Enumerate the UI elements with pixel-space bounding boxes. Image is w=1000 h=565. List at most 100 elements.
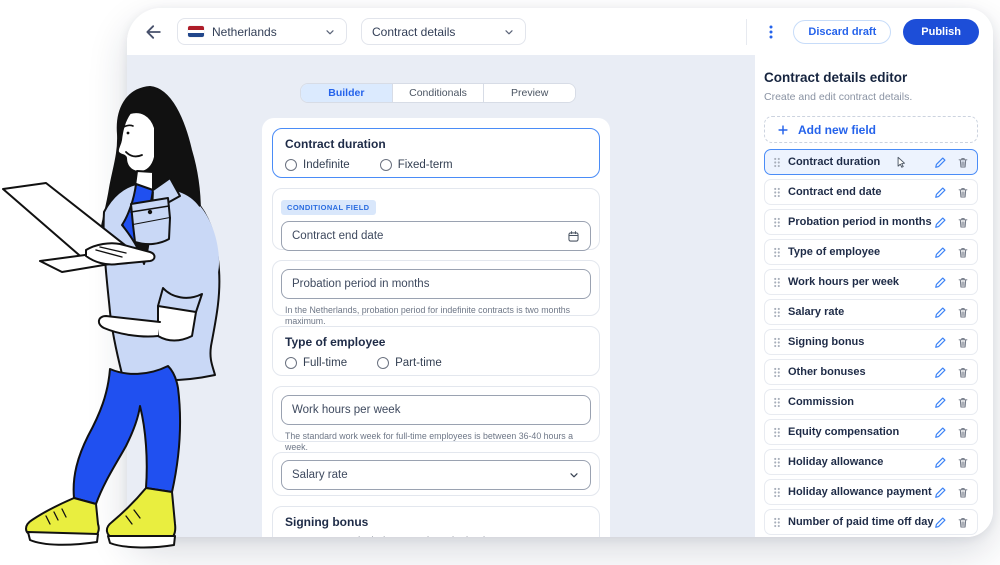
back-button[interactable]	[139, 17, 169, 47]
field-row-label: Other bonuses	[788, 366, 934, 378]
field-list: Contract duration Contract end date Probat…	[764, 149, 978, 535]
publish-button[interactable]: Publish	[903, 19, 979, 45]
delete-field-icon[interactable]	[957, 516, 969, 529]
grip-dots-icon[interactable]	[773, 186, 781, 199]
pointer-cursor-icon	[894, 155, 908, 169]
field-row[interactable]: Holiday allowance payment fre...	[764, 479, 978, 505]
calendar-icon	[567, 230, 580, 243]
edit-field-icon[interactable]	[934, 486, 947, 499]
card-work-hours[interactable]: Work hours per week The standard work we…	[272, 386, 600, 442]
discard-draft-button[interactable]: Discard draft	[793, 20, 891, 44]
edit-field-icon[interactable]	[934, 156, 947, 169]
grip-dots-icon[interactable]	[773, 426, 781, 439]
field-row[interactable]: Type of employee	[764, 239, 978, 265]
radio-part-time[interactable]	[377, 357, 389, 369]
work-hours-field[interactable]: Work hours per week	[281, 395, 591, 425]
field-row[interactable]: Contract duration	[764, 149, 978, 175]
field-placeholder: Contract end date	[292, 230, 383, 242]
grip-dots-icon[interactable]	[773, 516, 781, 529]
field-row[interactable]: Other bonuses	[764, 359, 978, 385]
card-contract-end-date[interactable]: CONDITIONAL FIELD Contract end date	[272, 188, 600, 250]
more-options-button[interactable]	[759, 19, 783, 45]
tab-builder[interactable]: Builder	[301, 84, 392, 102]
grip-dots-icon[interactable]	[773, 396, 781, 409]
edit-field-icon[interactable]	[934, 336, 947, 349]
field-row-label: Commission	[788, 396, 934, 408]
field-row[interactable]: Signing bonus	[764, 329, 978, 355]
edit-field-icon[interactable]	[934, 276, 947, 289]
edit-field-icon[interactable]	[934, 456, 947, 469]
delete-field-icon[interactable]	[957, 156, 969, 169]
grip-dots-icon[interactable]	[773, 156, 781, 169]
delete-field-icon[interactable]	[957, 336, 969, 349]
template-select-value: Contract details	[372, 25, 495, 39]
field-row[interactable]: Equity compensation	[764, 419, 978, 445]
grip-dots-icon[interactable]	[773, 276, 781, 289]
edit-field-icon[interactable]	[934, 516, 947, 529]
delete-field-icon[interactable]	[957, 396, 969, 409]
delete-field-icon[interactable]	[957, 306, 969, 319]
probation-period-field[interactable]: Probation period in months	[281, 269, 591, 299]
field-placeholder: Work hours per week	[292, 404, 400, 416]
question-text: Do you want to include a one-time signin…	[285, 535, 587, 537]
grip-dots-icon[interactable]	[773, 246, 781, 259]
field-row[interactable]: Holiday allowance	[764, 449, 978, 475]
grip-dots-icon[interactable]	[773, 306, 781, 319]
grip-dots-icon[interactable]	[773, 456, 781, 469]
edit-field-icon[interactable]	[934, 216, 947, 229]
salary-rate-select[interactable]: Salary rate	[281, 460, 591, 490]
delete-field-icon[interactable]	[957, 246, 969, 259]
country-select-value: Netherlands	[212, 25, 316, 39]
topbar: Netherlands Contract details Discard dra…	[127, 8, 993, 55]
radio-label: Part-time	[395, 357, 442, 369]
delete-field-icon[interactable]	[957, 426, 969, 439]
tab-conditionals[interactable]: Conditionals	[392, 84, 484, 102]
grip-dots-icon[interactable]	[773, 486, 781, 499]
edit-field-icon[interactable]	[934, 396, 947, 409]
edit-field-icon[interactable]	[934, 306, 947, 319]
card-probation-period[interactable]: Probation period in months In the Nether…	[272, 260, 600, 316]
field-row[interactable]: Probation period in months	[764, 209, 978, 235]
field-row-label: Salary rate	[788, 306, 934, 318]
netherlands-flag-icon	[188, 26, 204, 37]
card-signing-bonus[interactable]: Signing bonus Do you want to include a o…	[272, 506, 600, 537]
field-row[interactable]: Contract end date	[764, 179, 978, 205]
edit-field-icon[interactable]	[934, 246, 947, 259]
helper-text: The standard work week for full-time emp…	[285, 431, 587, 453]
field-row[interactable]: Work hours per week	[764, 269, 978, 295]
card-type-of-employee[interactable]: Type of employee Full-time Part-time	[272, 326, 600, 376]
delete-field-icon[interactable]	[957, 456, 969, 469]
add-new-field-button[interactable]: Add new field	[764, 116, 978, 143]
field-row-label: Number of paid time off days	[788, 516, 934, 528]
chevron-down-icon	[324, 26, 336, 38]
panel-title: Contract details editor	[764, 70, 978, 85]
grip-dots-icon[interactable]	[773, 216, 781, 229]
contract-end-date-field[interactable]: Contract end date	[281, 221, 591, 251]
delete-field-icon[interactable]	[957, 216, 969, 229]
grip-dots-icon[interactable]	[773, 336, 781, 349]
delete-field-icon[interactable]	[957, 276, 969, 289]
edit-field-icon[interactable]	[934, 186, 947, 199]
field-row[interactable]: Commission	[764, 389, 978, 415]
field-row-label: Type of employee	[788, 246, 934, 258]
delete-field-icon[interactable]	[957, 366, 969, 379]
field-label: Contract duration	[285, 137, 587, 151]
chevron-down-icon	[568, 469, 580, 481]
field-row[interactable]: Number of paid time off days	[764, 509, 978, 535]
card-contract-duration[interactable]: Contract duration Indefinite Fixed-term	[272, 128, 600, 178]
edit-field-icon[interactable]	[934, 426, 947, 439]
helper-text: In the Netherlands, probation period for…	[285, 305, 587, 327]
tab-preview[interactable]: Preview	[483, 84, 575, 102]
radio-indefinite[interactable]	[285, 159, 297, 171]
field-row[interactable]: Salary rate	[764, 299, 978, 325]
delete-field-icon[interactable]	[957, 486, 969, 499]
radio-fixed-term[interactable]	[380, 159, 392, 171]
card-salary-rate[interactable]: Salary rate	[272, 452, 600, 496]
grip-dots-icon[interactable]	[773, 366, 781, 379]
country-select[interactable]: Netherlands	[177, 18, 347, 45]
edit-field-icon[interactable]	[934, 366, 947, 379]
radio-full-time[interactable]	[285, 357, 297, 369]
delete-field-icon[interactable]	[957, 186, 969, 199]
field-label: Signing bonus	[285, 515, 587, 529]
template-select[interactable]: Contract details	[361, 18, 526, 45]
